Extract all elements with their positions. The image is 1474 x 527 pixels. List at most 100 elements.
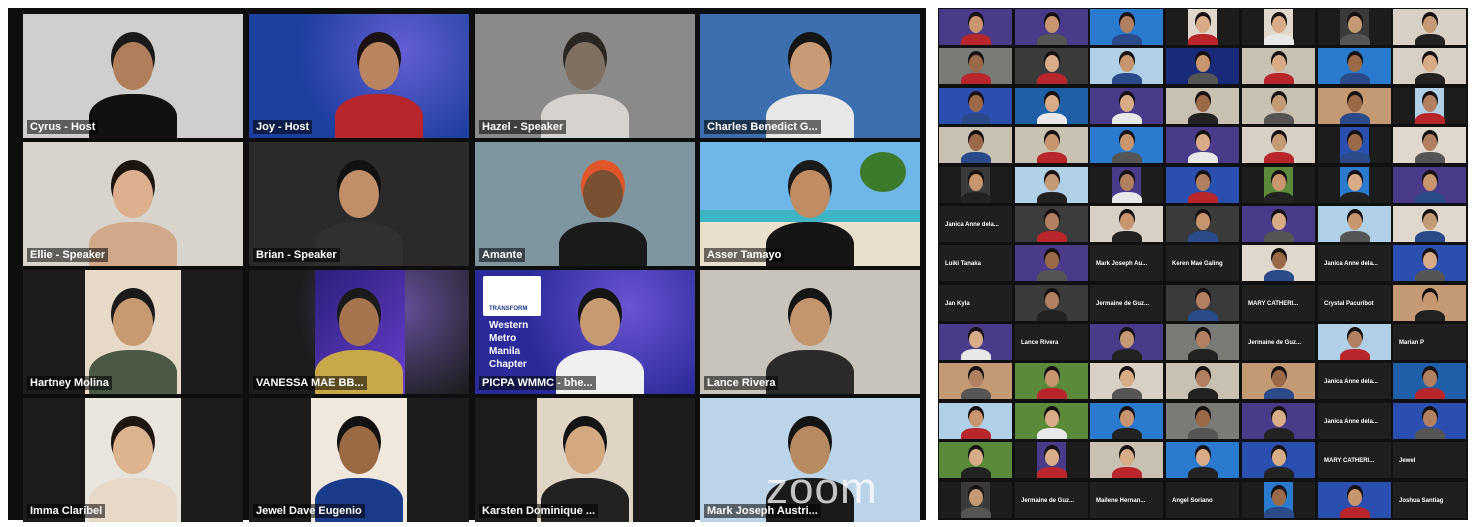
camera-off-tile[interactable]: Janica Anne dela... [939,206,1012,242]
thumbnail-video-tile[interactable] [1242,9,1315,45]
thumbnail-video-tile[interactable] [1015,167,1088,203]
participant-video-tile[interactable]: VANESSA MAE BB... [249,270,469,394]
thumbnail-video-tile[interactable] [1090,206,1163,242]
thumbnail-video-tile[interactable] [1166,9,1239,45]
camera-off-tile[interactable]: Crystal Pacuribot [1318,285,1391,321]
thumbnail-video-tile[interactable] [1393,9,1466,45]
thumbnail-video-tile[interactable] [939,363,1012,399]
thumbnail-video-tile[interactable] [1242,167,1315,203]
thumbnail-video-tile[interactable] [1166,285,1239,321]
participant-video-tile[interactable]: Lance Rivera [700,270,920,394]
thumbnail-video-tile[interactable] [939,403,1012,439]
camera-off-tile[interactable]: Mailene Hernan... [1090,482,1163,518]
camera-off-tile[interactable]: Jermaine de Guz... [1242,324,1315,360]
thumbnail-video-tile[interactable] [1166,206,1239,242]
camera-off-tile[interactable]: Jan Kyla [939,285,1012,321]
thumbnail-video-tile[interactable] [1393,206,1466,242]
thumbnail-video-tile[interactable] [1090,88,1163,124]
participant-video-tile[interactable]: Cyrus - Host [23,14,243,138]
thumbnail-video-tile[interactable] [1393,48,1466,84]
thumbnail-video-tile[interactable] [1166,127,1239,163]
thumbnail-video-tile[interactable] [1015,9,1088,45]
thumbnail-video-tile[interactable] [1090,127,1163,163]
thumbnail-video-tile[interactable] [939,482,1012,518]
thumbnail-video-tile[interactable] [1166,442,1239,478]
camera-off-tile[interactable]: Joshua Santiag [1393,482,1466,518]
participant-video-tile[interactable]: Karsten Dominique ... [475,398,695,522]
camera-off-tile[interactable]: Jermaine de Guz... [1090,285,1163,321]
participant-video-tile[interactable]: zoom Mark Joseph Austri... [700,398,920,522]
thumbnail-video-tile[interactable] [1393,245,1466,281]
participant-video-tile[interactable]: Brian - Speaker [249,142,469,266]
camera-off-tile[interactable]: Mark Joseph Au... [1090,245,1163,281]
thumbnail-video-tile[interactable] [1015,48,1088,84]
camera-off-tile[interactable]: Luiki Tanaka [939,245,1012,281]
thumbnail-video-tile[interactable] [1318,48,1391,84]
thumbnail-video-tile[interactable] [1015,285,1088,321]
thumbnail-video-tile[interactable] [1318,482,1391,518]
thumbnail-video-tile[interactable] [1393,363,1466,399]
thumbnail-video-tile[interactable] [939,88,1012,124]
participant-video-tile[interactable]: Hartney Molina [23,270,243,394]
thumbnail-video-tile[interactable] [1090,324,1163,360]
thumbnail-video-tile[interactable] [1318,167,1391,203]
thumbnail-video-tile[interactable] [1242,442,1315,478]
thumbnail-video-tile[interactable] [1166,363,1239,399]
thumbnail-video-tile[interactable] [1166,48,1239,84]
thumbnail-video-tile[interactable] [1090,363,1163,399]
thumbnail-video-tile[interactable] [939,127,1012,163]
thumbnail-video-tile[interactable] [1090,48,1163,84]
camera-off-tile[interactable]: Angel Soriano [1166,482,1239,518]
thumbnail-video-tile[interactable] [939,442,1012,478]
camera-off-tile[interactable]: Lance Rivera [1015,324,1088,360]
thumbnail-video-tile[interactable] [939,9,1012,45]
thumbnail-video-tile[interactable] [1242,363,1315,399]
thumbnail-video-tile[interactable] [1318,88,1391,124]
thumbnail-video-tile[interactable] [1015,245,1088,281]
camera-off-tile[interactable]: Keren Mae Galing [1166,245,1239,281]
camera-off-tile[interactable]: Jewel [1393,442,1466,478]
camera-off-tile[interactable]: Janica Anne dela... [1318,403,1391,439]
thumbnail-video-tile[interactable] [1015,403,1088,439]
camera-off-tile[interactable]: MARY CATHERI... [1242,285,1315,321]
participant-video-tile[interactable]: Joy - Host [249,14,469,138]
thumbnail-video-tile[interactable] [1242,88,1315,124]
thumbnail-video-tile[interactable] [1318,324,1391,360]
thumbnail-video-tile[interactable] [1242,245,1315,281]
thumbnail-video-tile[interactable] [1393,88,1466,124]
participant-video-tile[interactable]: Charles Benedict G... [700,14,920,138]
thumbnail-video-tile[interactable] [1242,127,1315,163]
thumbnail-video-tile[interactable] [1166,324,1239,360]
thumbnail-video-tile[interactable] [1393,127,1466,163]
thumbnail-video-tile[interactable] [939,324,1012,360]
thumbnail-video-tile[interactable] [1318,127,1391,163]
participant-video-tile[interactable]: Asser Tamayo [700,142,920,266]
thumbnail-video-tile[interactable] [1090,442,1163,478]
thumbnail-video-tile[interactable] [939,167,1012,203]
thumbnail-video-tile[interactable] [1242,48,1315,84]
camera-off-tile[interactable]: MARY CATHERI... [1318,442,1391,478]
thumbnail-video-tile[interactable] [1393,285,1466,321]
camera-off-tile[interactable]: Jermaine de Guz... [1015,482,1088,518]
thumbnail-video-tile[interactable] [1393,403,1466,439]
thumbnail-video-tile[interactable] [1015,127,1088,163]
thumbnail-video-tile[interactable] [1015,363,1088,399]
participant-video-tile[interactable]: Imma Claribel [23,398,243,522]
thumbnail-video-tile[interactable] [1242,403,1315,439]
participant-video-tile[interactable]: Jewel Dave Eugenio [249,398,469,522]
thumbnail-video-tile[interactable] [1090,403,1163,439]
participant-video-tile[interactable]: TRANSFORM Western Metro Manila Chapter PICPA … [475,270,695,394]
thumbnail-video-tile[interactable] [1393,167,1466,203]
thumbnail-video-tile[interactable] [1166,403,1239,439]
thumbnail-video-tile[interactable] [1090,167,1163,203]
thumbnail-video-tile[interactable] [1015,206,1088,242]
camera-off-tile[interactable]: Janica Anne dela... [1318,245,1391,281]
thumbnail-video-tile[interactable] [1015,88,1088,124]
thumbnail-video-tile[interactable] [939,48,1012,84]
thumbnail-video-tile[interactable] [1318,9,1391,45]
thumbnail-video-tile[interactable] [1015,442,1088,478]
thumbnail-video-tile[interactable] [1242,482,1315,518]
thumbnail-video-tile[interactable] [1166,167,1239,203]
thumbnail-video-tile[interactable] [1318,206,1391,242]
participant-video-tile[interactable]: Amante [475,142,695,266]
